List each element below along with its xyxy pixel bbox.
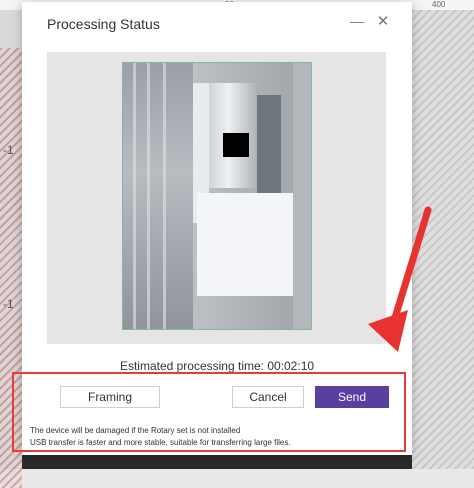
dialog-title: Processing Status xyxy=(47,16,160,32)
framing-button[interactable]: Framing xyxy=(60,386,160,408)
close-button[interactable]: ✕ xyxy=(372,10,394,32)
highlight-box: Framing Cancel Send The device will be d… xyxy=(12,372,406,452)
estimated-time: Estimated processing time: 00:02:10 xyxy=(119,359,315,373)
preview-engraving-mark xyxy=(223,133,249,157)
preview-plate xyxy=(197,193,293,296)
usb-transfer-note: USB transfer is faster and more stable, … xyxy=(30,438,291,447)
camera-preview-image xyxy=(122,62,312,330)
rotary-warning-text: The device will be damaged if the Rotary… xyxy=(30,426,241,435)
preview-side xyxy=(293,63,311,329)
ruler-tick: 400 xyxy=(432,0,446,9)
cancel-button[interactable]: Cancel xyxy=(232,386,304,408)
preview-shadow xyxy=(123,63,193,329)
send-button[interactable]: Send xyxy=(315,386,389,408)
close-icon: ✕ xyxy=(376,13,390,30)
ruler-label: -1 xyxy=(3,297,14,311)
background-bottom-strip xyxy=(22,455,412,469)
red-arrow-icon xyxy=(368,206,432,352)
ruler-label: -1 xyxy=(3,143,14,157)
camera-preview-area xyxy=(47,52,386,344)
minimize-button[interactable]: — xyxy=(346,10,368,32)
minimize-icon: — xyxy=(350,13,364,29)
processing-status-dialog: Processing Status — ✕ Estimated processi… xyxy=(12,2,412,455)
